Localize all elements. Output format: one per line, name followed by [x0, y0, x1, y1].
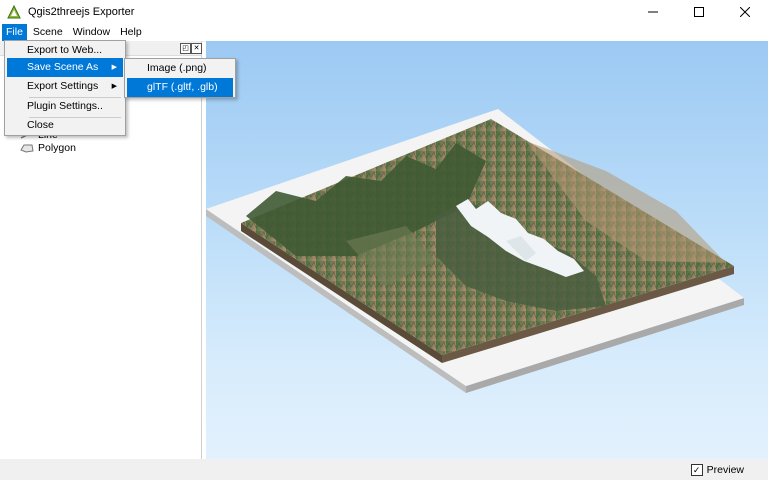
maximize-button[interactable] [676, 0, 722, 23]
float-dock-button[interactable]: ◰ [180, 43, 191, 54]
submenu-arrow-icon: ▶ [111, 64, 117, 71]
scene-viewport[interactable] [206, 41, 768, 459]
menu-item-image-png[interactable]: Image (.png) [127, 59, 233, 78]
minimize-button[interactable] [630, 0, 676, 23]
close-dock-button[interactable]: ✕ [191, 43, 202, 54]
menu-item-plugin-settings[interactable]: Plugin Settings.. [7, 97, 123, 116]
polygon-layer-icon [20, 144, 34, 153]
window-title: Qgis2threejs Exporter [28, 5, 135, 18]
menu-file[interactable]: File [2, 23, 27, 41]
terrain-3d-view [206, 109, 744, 393]
preview-label: Preview [706, 463, 744, 476]
submenu-arrow-icon: ▶ [111, 83, 117, 90]
close-icon [740, 6, 750, 17]
minimize-icon [648, 11, 658, 12]
menu-item-close[interactable]: Close [7, 116, 123, 135]
maximize-icon [694, 6, 704, 17]
menu-scene[interactable]: Scene [29, 24, 67, 41]
layer-label: Polygon [38, 142, 76, 154]
menu-item-label: Save Scene As [27, 61, 99, 73]
menu-item-save-scene-as[interactable]: Save Scene As ▶ [7, 58, 123, 77]
menu-item-export-settings[interactable]: Export Settings ▶ [7, 77, 123, 96]
menu-item-label: Export Settings [27, 80, 99, 92]
status-bar: ✓ Preview [0, 459, 768, 480]
menu-window[interactable]: Window [69, 24, 114, 41]
menu-item-gltf[interactable]: glTF (.gltf, .glb) [127, 78, 233, 97]
save-scene-submenu: Image (.png) glTF (.gltf, .glb) [124, 58, 236, 98]
close-button[interactable] [722, 0, 768, 23]
file-menu: Export to Web... Save Scene As ▶ Export … [4, 40, 126, 136]
title-bar: Qgis2threejs Exporter [0, 0, 768, 23]
layer-item-polygon[interactable]: Polygon [20, 142, 76, 154]
preview-checkbox[interactable]: ✓ [690, 463, 703, 476]
menu-help[interactable]: Help [116, 24, 146, 41]
qgis2threejs-logo-icon [6, 4, 22, 20]
